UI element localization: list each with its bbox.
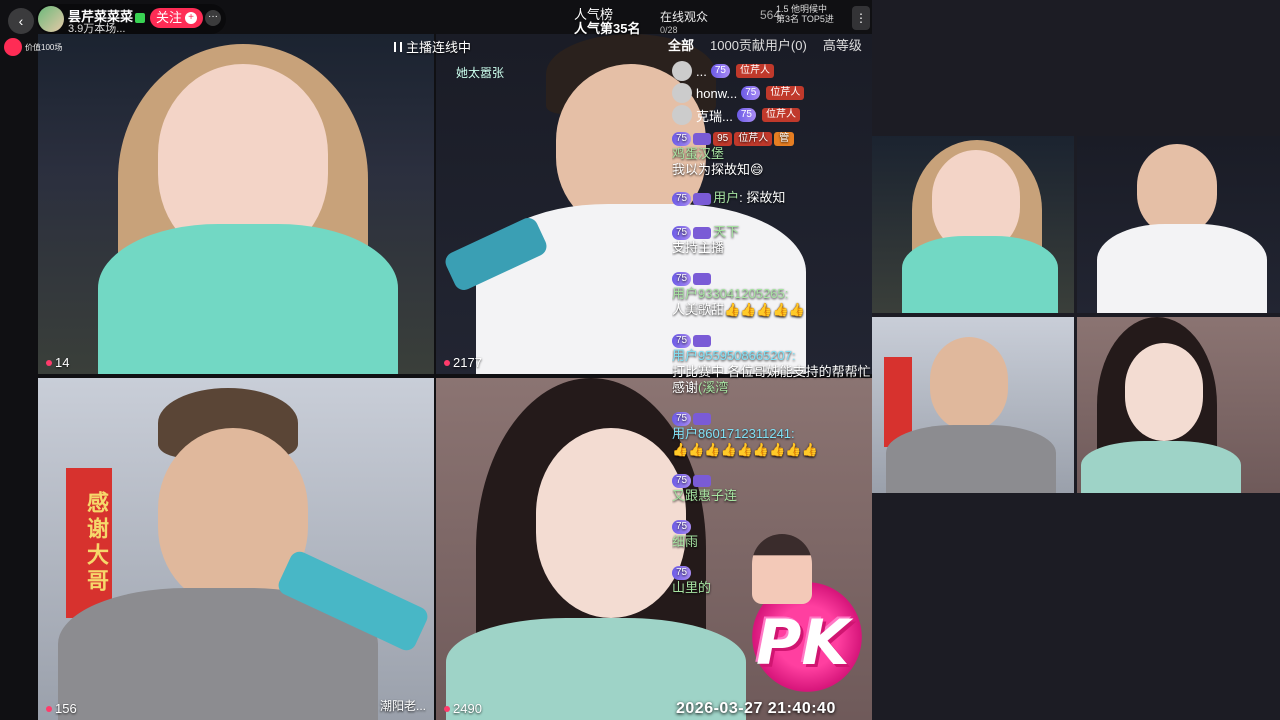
- video-cell-1[interactable]: 14: [38, 34, 434, 374]
- plus-icon: +: [185, 12, 198, 24]
- viewer-count: 156: [46, 701, 77, 716]
- chat-message[interactable]: 75 95 位芹人管 鸡蛋汉堡 我以为探故知😄: [672, 130, 872, 178]
- crown-icon: [693, 226, 712, 239]
- connecting-status: 主播连线中: [394, 37, 471, 56]
- follow-button[interactable]: 关注 +: [150, 8, 204, 28]
- live-stage: 14 她太嚣张 2177 感谢大哥 156 潮阳老... 2490 ‹ 昙芹菜菜…: [0, 0, 872, 720]
- chat-tabs: 全部 1000贡献用户(0) 高等级: [668, 35, 862, 54]
- popularity-rank[interactable]: 人气榜 人气第35名: [574, 8, 640, 36]
- crown-icon: [693, 132, 712, 145]
- chat-message[interactable]: 75 用户933041205265: 人美歌甜👍👍👍👍👍: [672, 270, 872, 318]
- tab-all[interactable]: 全部: [668, 35, 694, 54]
- viewer-count: 2177: [444, 355, 482, 370]
- expand-button[interactable]: ⋮: [852, 6, 870, 30]
- chat-message[interactable]: 75 用户: 探故知: [672, 190, 872, 206]
- crown-icon: [693, 474, 712, 487]
- video-cell-3[interactable]: 感谢大哥 156 潮阳老...: [38, 378, 434, 720]
- guest-nametag[interactable]: 潮阳老...: [380, 697, 426, 714]
- chevron-left-icon: ‹: [18, 13, 24, 29]
- gift-icon: [4, 38, 22, 56]
- avatar: [672, 105, 692, 125]
- user-row[interactable]: honw... 75 位芹人: [672, 82, 872, 104]
- pause-icon: [394, 41, 402, 52]
- avatar: [672, 83, 692, 103]
- user-row[interactable]: 克瑞... 75 位芹人: [672, 104, 872, 126]
- tab-high-level[interactable]: 高等级: [823, 35, 862, 54]
- hour-rank[interactable]: 1.5 他明候中 第3名 TOP5进: [776, 4, 834, 24]
- tab-contributors[interactable]: 1000贡献用户(0): [710, 35, 807, 54]
- back-button[interactable]: ‹: [8, 8, 34, 34]
- chat-message[interactable]: 75 又跟惠子连: [672, 472, 872, 504]
- anchor-subtitle: 3.9万本场...: [68, 23, 126, 35]
- chat-message[interactable]: 75 用户8601712311241: 👍👍👍👍👍👍👍👍👍: [672, 410, 872, 458]
- preview-cell-3[interactable]: [872, 317, 1074, 493]
- online-audience[interactable]: 在线观众 564 0/28: [660, 8, 780, 35]
- avatar[interactable]: [38, 6, 64, 32]
- preview-cell-4[interactable]: [1077, 317, 1280, 493]
- value-pill[interactable]: 价值100场: [4, 38, 62, 56]
- banner-poster: 感谢大哥: [66, 468, 112, 618]
- viewer-count: 2490: [444, 701, 482, 716]
- pk-avatar: [752, 534, 812, 604]
- top-bar: ‹ 昙芹菜菜菜 3.9万本场... 关注 + ··· 人气榜 人气第35名 在线观…: [0, 0, 872, 36]
- preview-panel: [872, 0, 1280, 720]
- chat-message[interactable]: 75 用户9559508665207: 打比赛中 各位哥姊能支持的帮帮忙 感谢(…: [672, 332, 872, 396]
- viewer-count: 14: [46, 355, 69, 370]
- verified-icon: [135, 12, 146, 23]
- preview-cell-1[interactable]: [872, 136, 1074, 313]
- crown-icon: [693, 272, 712, 285]
- preview-cell-2[interactable]: [1077, 136, 1280, 313]
- user-row[interactable]: ... 75 位芹人: [672, 60, 872, 82]
- crown-icon: [693, 412, 712, 425]
- more-button[interactable]: ···: [205, 10, 221, 26]
- timestamp: 2026-03-27 21:40:40: [676, 700, 836, 717]
- crown-icon: [693, 334, 712, 347]
- pk-label: PK: [756, 606, 850, 679]
- pk-overlay[interactable]: PK: [738, 534, 870, 698]
- figure-label: 她太嚣张: [456, 66, 505, 80]
- avatar: [672, 61, 692, 81]
- crown-icon: [693, 192, 712, 205]
- chat-message[interactable]: 75 天下 支持主播: [672, 224, 872, 256]
